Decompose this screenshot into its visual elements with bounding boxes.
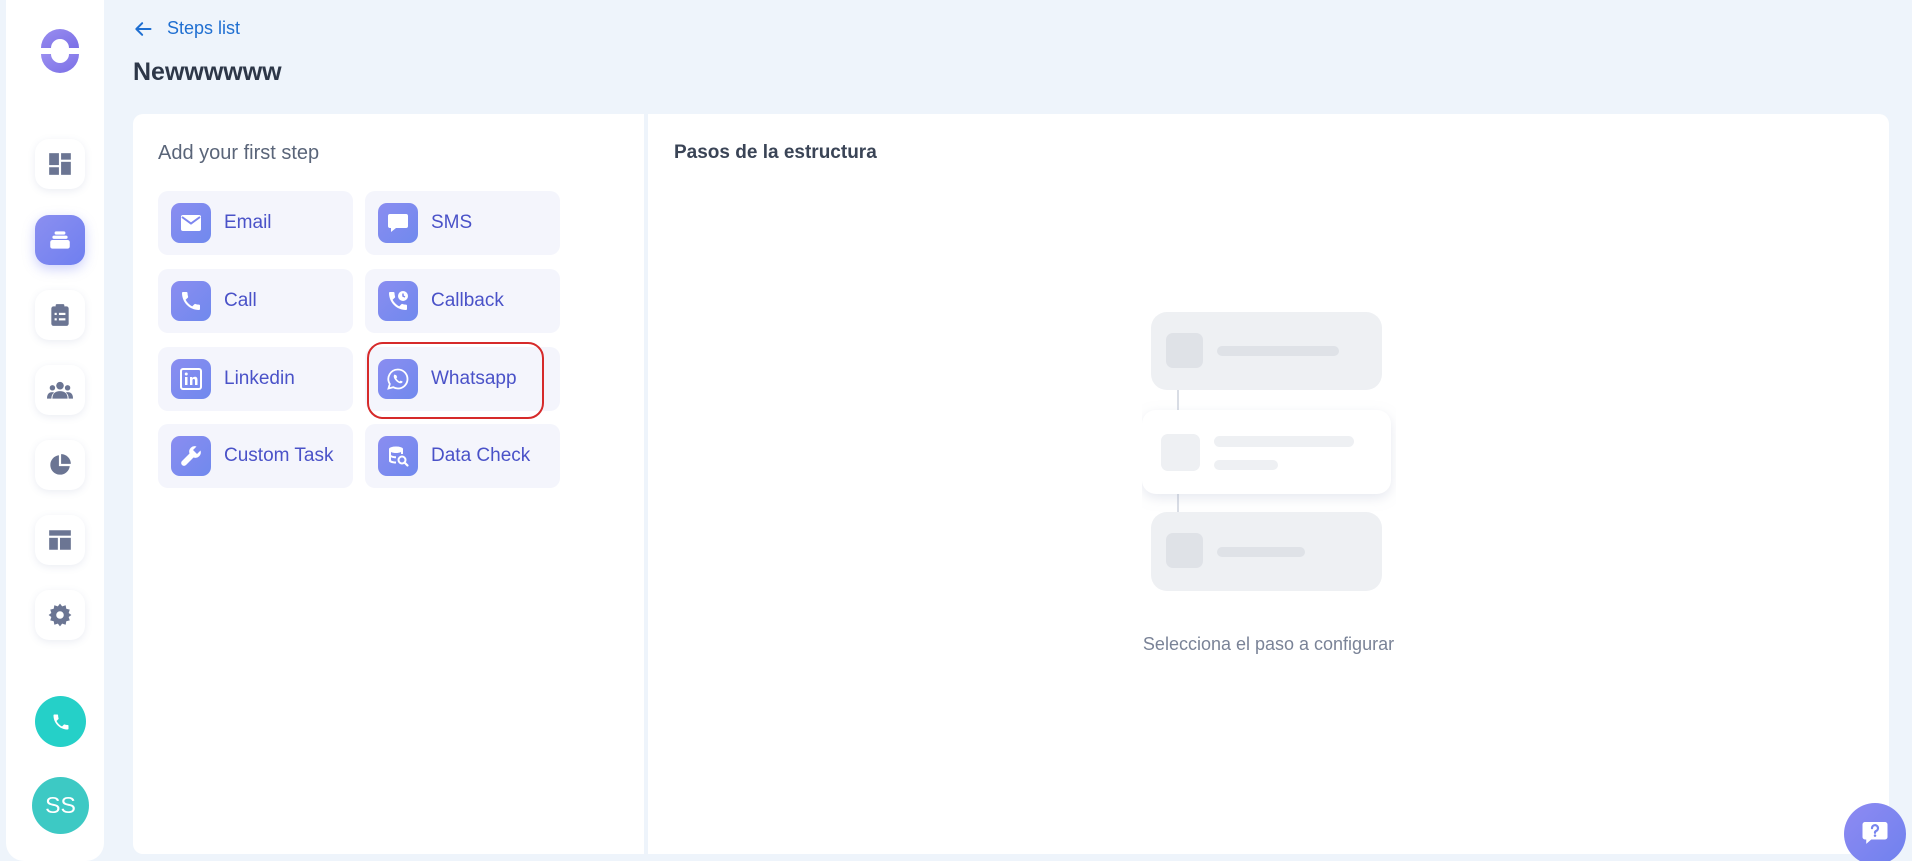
phone-icon (53, 714, 68, 729)
email-icon (181, 215, 201, 231)
step-label: Call (224, 290, 257, 311)
linkedin-icon (180, 368, 202, 390)
step-label: Custom Task (224, 445, 334, 466)
wrench-icon (181, 446, 201, 466)
sidebar-item-contacts[interactable] (35, 365, 85, 415)
step-data-check-button[interactable]: Data Check (365, 424, 560, 488)
sidebar-item-settings[interactable] (35, 590, 85, 640)
dialer-button[interactable] (35, 696, 86, 747)
whatsapp-icon (387, 368, 409, 390)
step-whatsapp-button[interactable]: Whatsapp (365, 347, 560, 411)
user-avatar[interactable]: SS (32, 777, 89, 834)
reports-pie-icon (50, 454, 71, 475)
step-label: Linkedin (224, 368, 295, 389)
step-callback-button[interactable]: Callback (365, 269, 560, 333)
call-icon (182, 292, 200, 310)
structure-steps-heading: Pasos de la estructura (674, 142, 877, 163)
dashboard-icon (49, 153, 71, 175)
step-email-button[interactable]: Email (158, 191, 353, 255)
sequences-icon (50, 231, 70, 249)
templates-layout-icon (49, 530, 71, 550)
structure-steps-panel: Pasos de la estructura Selecciona el pas… (648, 114, 1889, 854)
step-sms-button[interactable]: SMS (365, 191, 560, 255)
sidebar-item-templates[interactable] (35, 515, 85, 565)
tasks-clipboard-icon (51, 304, 69, 326)
help-question-icon (1862, 822, 1888, 844)
step-linkedin-button[interactable]: Linkedin (158, 347, 353, 411)
page-title: Newwwwww (133, 58, 282, 86)
step-label: Whatsapp (431, 368, 517, 389)
contacts-group-icon (47, 381, 73, 399)
step-custom-task-button[interactable]: Custom Task (158, 424, 353, 488)
sms-icon (388, 214, 408, 232)
back-link-label: Steps list (167, 18, 241, 38)
settings-gear-icon (48, 603, 72, 627)
app-logo[interactable] (37, 28, 83, 74)
sidebar-item-dashboard[interactable] (35, 139, 85, 189)
step-label: Callback (431, 290, 504, 311)
back-to-steps-list-link[interactable]: Steps list (133, 18, 240, 39)
callback-icon (389, 291, 408, 310)
sidebar-item-sequences[interactable] (35, 215, 85, 265)
add-step-panel: Add your first step Email SMS Call Callb… (133, 114, 644, 854)
sidebar-item-reports[interactable] (35, 440, 85, 490)
empty-steps-illustration (1142, 312, 1391, 591)
add-step-heading: Add your first step (158, 142, 320, 164)
data-check-icon (389, 446, 409, 467)
arrow-left-icon (135, 21, 152, 36)
empty-state-message: Selecciona el paso a configurar (1142, 634, 1395, 654)
step-call-button[interactable]: Call (158, 269, 353, 333)
step-label: SMS (431, 212, 473, 233)
help-chat-button[interactable] (1844, 803, 1906, 861)
sidebar: SS (6, 0, 104, 861)
sidebar-item-tasks[interactable] (35, 290, 85, 340)
step-label: Email (224, 212, 272, 233)
step-label: Data Check (431, 445, 531, 466)
